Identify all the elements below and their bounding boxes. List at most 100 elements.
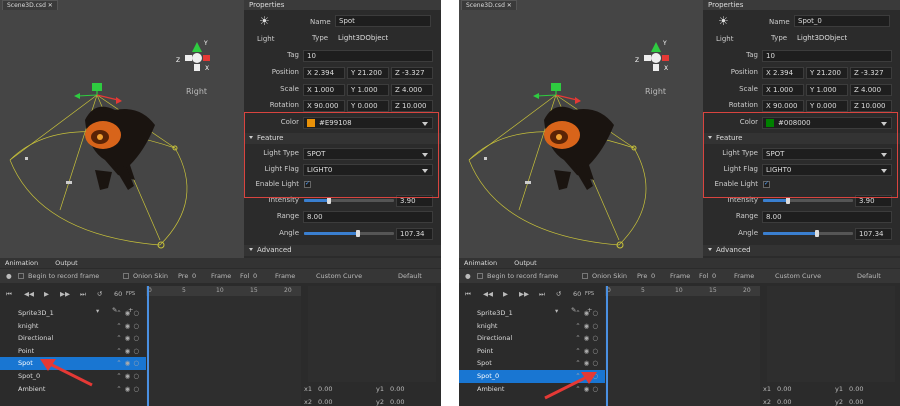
layer-item[interactable]: knight ⌃◉○ <box>459 320 605 333</box>
x2-value[interactable]: 0.00 <box>318 398 332 406</box>
close-icon[interactable]: ✕ <box>48 2 53 9</box>
onion-checkbox[interactable] <box>123 273 129 279</box>
pre-value[interactable]: 0 <box>192 269 196 283</box>
x1-value[interactable]: 0.00 <box>318 385 332 393</box>
scale-z[interactable]: Z 4.000 <box>391 84 433 96</box>
last-frame-icon[interactable]: ⏭ <box>80 290 86 299</box>
y2-value[interactable]: 0.00 <box>849 398 863 406</box>
timeline-ruler[interactable]: 0 5 10 15 20 <box>146 286 301 296</box>
rotation-z[interactable]: Z 10.000 <box>391 100 433 112</box>
frame-dropdown[interactable]: Frame <box>734 269 754 283</box>
next-frame-icon[interactable]: ▶▶ <box>519 290 529 298</box>
prev-frame-icon[interactable]: ◀◀ <box>24 290 34 298</box>
angle-slider[interactable] <box>763 230 853 237</box>
document-tab[interactable]: Scene3D.csd ✕ <box>461 0 517 10</box>
curve-graph[interactable] <box>308 286 436 382</box>
rotation-y[interactable]: Y 0.000 <box>347 100 389 112</box>
y2-value[interactable]: 0.00 <box>390 398 404 406</box>
fol-value[interactable]: 0 <box>712 269 716 283</box>
visibility-lock-icons[interactable]: ⌃◉○ <box>116 332 142 345</box>
y1-value[interactable]: 0.00 <box>390 385 404 393</box>
position-y[interactable]: Y 21.200 <box>347 67 389 79</box>
position-z[interactable]: Z -3.327 <box>850 67 892 79</box>
scene-viewport[interactable]: Z Y X Scene3D.csd ✕ Right <box>459 0 703 258</box>
scale-y[interactable]: Y 1.000 <box>806 84 848 96</box>
layer-item[interactable]: Point ⌃◉○ <box>459 345 605 358</box>
angle-slider[interactable] <box>304 230 394 237</box>
angle-handle[interactable] <box>356 230 360 237</box>
pre-value[interactable]: 0 <box>651 269 655 283</box>
record-checkbox[interactable] <box>477 273 483 279</box>
intensity-handle[interactable] <box>327 197 332 204</box>
intensity-handle[interactable] <box>786 197 791 204</box>
range-field[interactable]: 8.00 <box>303 211 433 223</box>
x2-value[interactable]: 0.00 <box>777 398 791 406</box>
layer-item[interactable]: Sprite3D_1 ⌃◉○ <box>0 307 146 320</box>
onion-checkbox[interactable] <box>582 273 588 279</box>
fol-value[interactable]: 0 <box>253 269 257 283</box>
default-button[interactable]: Default <box>857 269 881 283</box>
name-field[interactable]: Spot_0 <box>794 15 890 27</box>
play-icon[interactable]: ▶ <box>503 290 508 298</box>
fps-value[interactable]: 60 <box>114 290 122 298</box>
position-x[interactable]: X 2.394 <box>303 67 345 79</box>
frame-dropdown[interactable]: Frame <box>275 269 295 283</box>
fps-value[interactable]: 60 <box>573 290 581 298</box>
angle-handle[interactable] <box>815 230 819 237</box>
record-icon[interactable]: ● <box>6 269 12 283</box>
rotation-x[interactable]: X 90.000 <box>762 100 804 112</box>
layer-item[interactable]: Directional ⌃◉○ <box>0 332 146 345</box>
last-frame-icon[interactable]: ⏭ <box>539 290 545 299</box>
first-frame-icon[interactable]: ⏮ <box>6 290 12 299</box>
intensity-slider[interactable] <box>763 197 853 204</box>
record-checkbox[interactable] <box>18 273 24 279</box>
tab-animation[interactable]: Animation <box>5 259 38 267</box>
layer-item[interactable]: knight ⌃◉○ <box>0 320 146 333</box>
record-icon[interactable]: ● <box>465 269 471 283</box>
layer-item[interactable]: Sprite3D_1 ⌃◉○ <box>459 307 605 320</box>
layer-item[interactable]: Directional ⌃◉○ <box>459 332 605 345</box>
name-field[interactable]: Spot <box>335 15 431 27</box>
visibility-lock-icons[interactable]: ⌃◉○ <box>575 320 601 333</box>
scene-viewport[interactable]: Z Y X Scene3D.csd ✕ Right <box>0 0 244 258</box>
range-field[interactable]: 8.00 <box>762 211 892 223</box>
tag-field[interactable]: 10 <box>762 50 892 62</box>
scale-y[interactable]: Y 1.000 <box>347 84 389 96</box>
x1-value[interactable]: 0.00 <box>777 385 791 393</box>
timeline-ruler[interactable]: 0 5 10 15 20 <box>605 286 760 296</box>
position-z[interactable]: Z -3.327 <box>391 67 433 79</box>
advanced-section-header[interactable]: Advanced <box>703 245 900 256</box>
rotation-z[interactable]: Z 10.000 <box>850 100 892 112</box>
next-frame-icon[interactable]: ▶▶ <box>60 290 70 298</box>
tab-output[interactable]: Output <box>514 259 537 267</box>
angle-field[interactable]: 107.34 <box>855 228 892 240</box>
tab-animation[interactable]: Animation <box>464 259 497 267</box>
default-button[interactable]: Default <box>398 269 422 283</box>
tab-output[interactable]: Output <box>55 259 78 267</box>
scale-x[interactable]: X 1.000 <box>762 84 804 96</box>
intensity-slider[interactable] <box>304 197 394 204</box>
y1-value[interactable]: 0.00 <box>849 385 863 393</box>
angle-field[interactable]: 107.34 <box>396 228 433 240</box>
visibility-lock-icons[interactable]: ⌃◉○ <box>116 307 142 320</box>
position-x[interactable]: X 2.394 <box>762 67 804 79</box>
advanced-section-header[interactable]: Advanced <box>244 245 441 256</box>
visibility-lock-icons[interactable]: ⌃◉○ <box>116 320 142 333</box>
visibility-lock-icons[interactable]: ⌃◉○ <box>575 345 601 358</box>
timeline[interactable]: 0 5 10 15 20 <box>605 286 760 406</box>
position-y[interactable]: Y 21.200 <box>806 67 848 79</box>
document-tab[interactable]: Scene3D.csd ✕ <box>2 0 58 10</box>
play-icon[interactable]: ▶ <box>44 290 49 298</box>
visibility-lock-icons[interactable]: ⌃◉○ <box>575 332 601 345</box>
scale-z[interactable]: Z 4.000 <box>850 84 892 96</box>
prev-frame-icon[interactable]: ◀◀ <box>483 290 493 298</box>
curve-graph[interactable] <box>767 286 895 382</box>
rotation-x[interactable]: X 90.000 <box>303 100 345 112</box>
rotation-y[interactable]: Y 0.000 <box>806 100 848 112</box>
first-frame-icon[interactable]: ⏮ <box>465 290 471 299</box>
tag-field[interactable]: 10 <box>303 50 433 62</box>
visibility-lock-icons[interactable]: ⌃◉○ <box>575 307 601 320</box>
loop-icon[interactable]: ↺ <box>97 290 102 298</box>
timeline[interactable]: 0 5 10 15 20 <box>146 286 301 406</box>
scale-x[interactable]: X 1.000 <box>303 84 345 96</box>
